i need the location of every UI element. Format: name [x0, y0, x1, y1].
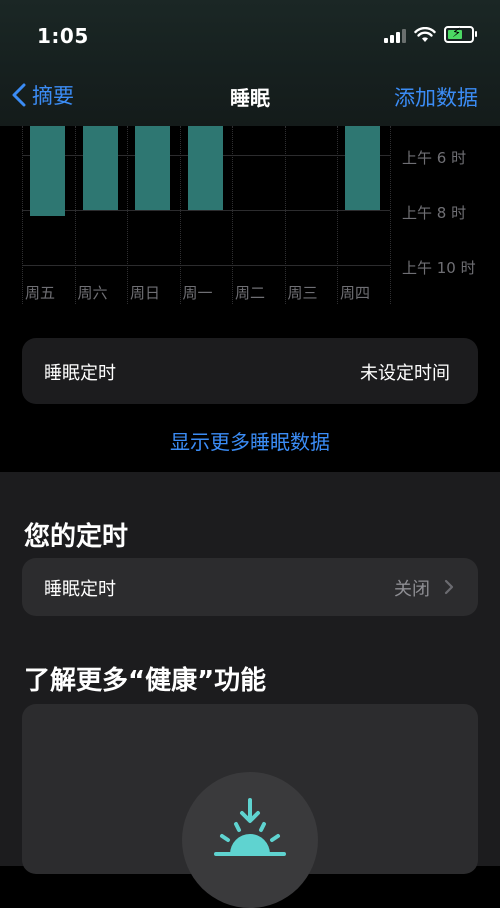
battery-icon: ⚡: [444, 26, 477, 43]
gridline: [22, 210, 390, 211]
your-schedule-title: 您的定时: [24, 522, 129, 552]
sleep-bar[interactable]: [82, 126, 118, 210]
learn-more-card[interactable]: [22, 704, 478, 908]
sleep-schedule-value: 未设定时间: [360, 363, 450, 384]
status-icons: ⚡: [384, 26, 477, 43]
schedule-row-label: 睡眠定时: [44, 579, 116, 600]
sunrise-icon: [214, 798, 286, 856]
sleep-chart: 上午 6 时上午 8 时上午 10 时周五 周六 周日 周一 周二 周三 周四: [0, 126, 500, 306]
x-tick-label: 周二: [235, 284, 266, 302]
gridline-vertical: [389, 126, 391, 304]
x-tick-label: 周三: [287, 284, 318, 302]
sleep-bar[interactable]: [135, 126, 170, 210]
y-tick-label: 上午 10 时: [402, 259, 476, 277]
sleep-bar[interactable]: [187, 126, 223, 210]
sleep-schedule-label: 睡眠定时: [44, 363, 116, 384]
cellular-signal-icon: [384, 27, 406, 43]
gridline-vertical: [127, 126, 128, 304]
y-tick-label: 上午 6 时: [402, 149, 467, 167]
gridline-vertical: [74, 126, 76, 304]
sleep-bar[interactable]: [30, 126, 65, 216]
chevron-right-icon: [444, 579, 454, 595]
add-data-button[interactable]: 添加数据: [394, 82, 478, 112]
schedule-row-value: 关闭: [394, 579, 430, 600]
gridline-vertical: [284, 126, 286, 304]
x-tick-label: 周五: [25, 284, 56, 302]
x-tick-label: 周六: [77, 284, 108, 302]
gridline-vertical: [22, 126, 23, 304]
feature-icon-circle: [182, 772, 318, 908]
x-tick-label: 周四: [340, 284, 371, 302]
sleep-bar[interactable]: [345, 126, 380, 210]
schedule-row[interactable]: 睡眠定时 关闭: [22, 558, 478, 616]
wifi-icon: [414, 26, 436, 42]
gridline-vertical: [179, 126, 181, 304]
x-tick-label: 周日: [130, 284, 161, 302]
header: 1:05 ⚡ 摘要 睡眠 添加数据: [0, 0, 500, 126]
learn-more-title: 了解更多“健康”功能: [24, 666, 267, 696]
x-tick-label: 周一: [182, 284, 213, 302]
show-more-sleep-data-link[interactable]: 显示更多睡眠数据: [0, 426, 500, 455]
gridline-vertical: [232, 126, 233, 304]
gridline-vertical: [337, 126, 338, 304]
status-time: 1:05: [37, 24, 89, 48]
gridline: [22, 265, 390, 266]
sleep-schedule-card[interactable]: 睡眠定时 未设定时间: [22, 338, 478, 404]
y-tick-label: 上午 8 时: [402, 204, 467, 222]
